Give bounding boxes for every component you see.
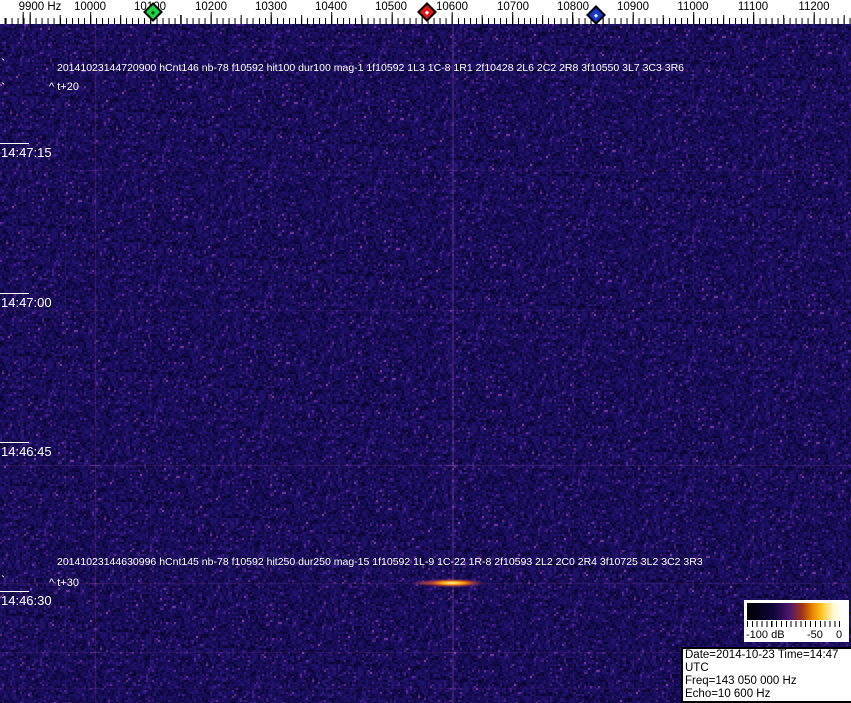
freq-label: 11200 [798,1,830,13]
colorbar-label-mid: -50 [807,629,823,641]
info-date-line: Date=2014-10-23 Time=14:47 UTC [685,649,839,674]
freq-label: 10500 [375,1,407,13]
colorbar-ticks [747,621,843,627]
time-tick [0,442,29,443]
detection-annotation: 20141023144630996 hCnt145 nb-78 f10592 h… [57,556,703,568]
time-offset-mark: ^ t+30 [49,577,79,589]
meteor-spectrogram-window: 9900 Hz 10000 10100 10200 10300 10400 10… [0,0,851,703]
edge-tick-mark: ` [1,573,6,588]
time-label: 14:46:45 [1,444,52,459]
detection-annotation: 20141023144720900 hCnt146 nb-78 f10592 h… [57,62,685,74]
spectrogram-display [0,24,851,703]
colorbar-panel: -100 dB -50 0 [744,600,849,642]
time-tick [0,143,29,144]
time-tick [0,293,29,294]
edge-tick-mark: ` [1,80,6,95]
freq-label: 11000 [677,1,709,13]
info-echo-line: Echo=10 600 Hz [685,688,771,700]
freq-label: 11100 [737,1,769,13]
time-offset-mark: ^ t+20 [49,81,79,93]
colorbar-label-min: -100 dB [746,629,785,641]
time-label: 14:47:00 [1,295,52,310]
marker-dot [424,9,430,15]
colorbar-label-max: 0 [836,629,843,641]
freq-label: 10000 [74,1,106,13]
frequency-ruler: 9900 Hz 10000 10100 10200 10300 10400 10… [0,0,851,25]
freq-label: 10200 [195,1,227,13]
marker-dot [593,12,599,18]
freq-label: 9900 Hz [18,1,62,13]
info-box: Date=2014-10-23 Time=14:47 UTC Freq=143 … [681,647,851,703]
freq-label: 10700 [497,1,529,13]
freq-label: 10800 [557,1,589,13]
marker-dot [150,9,156,15]
time-label: 14:46:30 [1,593,52,608]
time-label: 14:47:15 [1,145,52,160]
freq-label: 10600 [436,1,468,13]
info-freq-line: Freq=143 050 000 Hz [685,675,797,687]
freq-label: 10400 [315,1,347,13]
edge-tick-mark: ` [1,56,6,71]
time-tick [0,591,29,592]
freq-label: 10900 [617,1,649,13]
freq-label: 10300 [255,1,287,13]
colorbar-gradient [747,603,842,620]
